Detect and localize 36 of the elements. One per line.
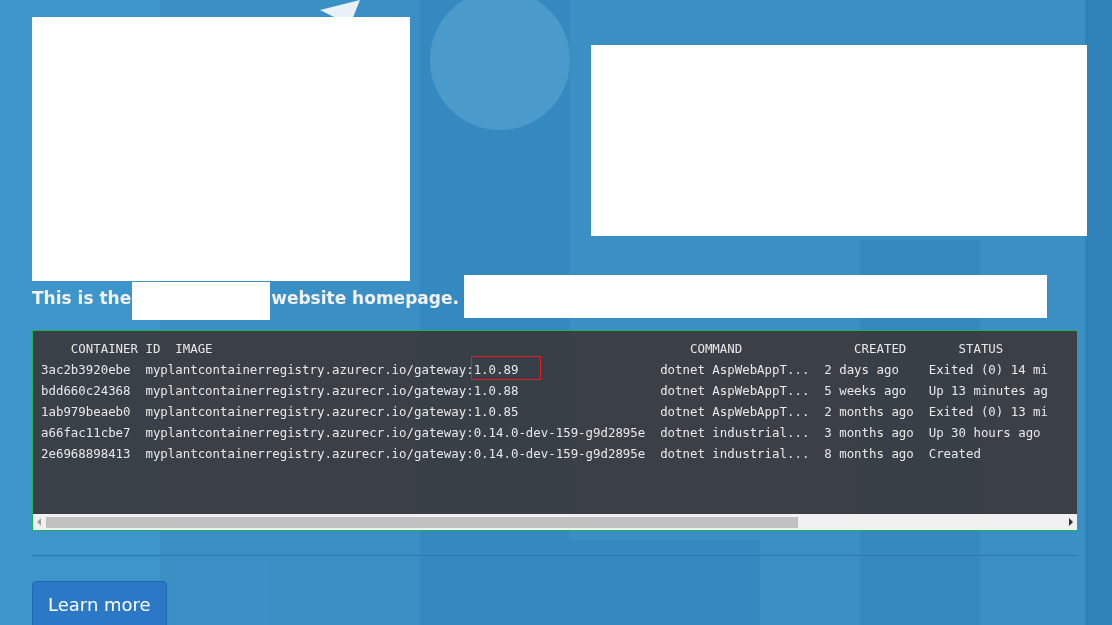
table-cell: myplantcontainerregistry.azurecr.io/gateway:1.0.88 [145, 383, 519, 398]
column-header: IMAGE [175, 341, 213, 356]
table-cell: 2 months ago [824, 404, 914, 419]
table-cell: a66fac11cbe7 [41, 425, 131, 440]
table-cell: 2 days ago [824, 362, 899, 377]
column-header: COMMAND [689, 341, 743, 356]
heading-text: website homepage. [271, 287, 459, 308]
scroll-left-icon[interactable] [36, 518, 42, 526]
table-cell: dotnet AspWebAppT... [660, 362, 810, 377]
scroll-right-icon[interactable] [1068, 518, 1074, 526]
table-cell: dotnet AspWebAppT... [660, 383, 810, 398]
column-header: CREATED [854, 341, 907, 356]
table-cell: 3ac2b3920ebe [41, 362, 131, 377]
table-cell: Exited (0) 13 mi [928, 404, 1049, 419]
table-cell: 1ab979beaeb0 [41, 404, 131, 419]
table-cell: dotnet industrial... [660, 446, 810, 461]
table-cell: 5 weeks ago [824, 383, 907, 398]
learn-more-button[interactable]: Learn more [32, 581, 167, 625]
table-cell: 3 months ago [824, 425, 914, 440]
table-cell: myplantcontainerregistry.azurecr.io/gateway:0.14.0-dev-159-g9d2895e [145, 446, 646, 461]
table-cell: 2e6968898413 [41, 446, 131, 461]
heading-text: This is the [32, 287, 132, 308]
table-cell: Up 13 minutes ag [928, 383, 1049, 398]
scrollbar-thumb[interactable] [46, 516, 798, 528]
table-cell: Created [928, 446, 981, 461]
table-cell: myplantcontainerregistry.azurecr.io/gateway:1.0.85 [145, 404, 519, 419]
table-cell: dotnet industrial... [660, 425, 810, 440]
table-cell: Up 30 hours ago [928, 425, 1041, 440]
table-cell: myplantcontainerregistry.azurecr.io/gateway:0.14.0-dev-159-g9d2895e [145, 425, 646, 440]
table-cell: dotnet AspWebAppT... [660, 404, 810, 419]
column-header: STATUS [958, 341, 1004, 356]
column-header: CONTAINER ID [70, 341, 161, 356]
table-cell: Exited (0) 14 mi [928, 362, 1049, 377]
table-cell: 8 months ago [824, 446, 914, 461]
table-cell: bdd660c24368 [41, 383, 131, 398]
horizontal-scrollbar[interactable] [33, 514, 1077, 530]
